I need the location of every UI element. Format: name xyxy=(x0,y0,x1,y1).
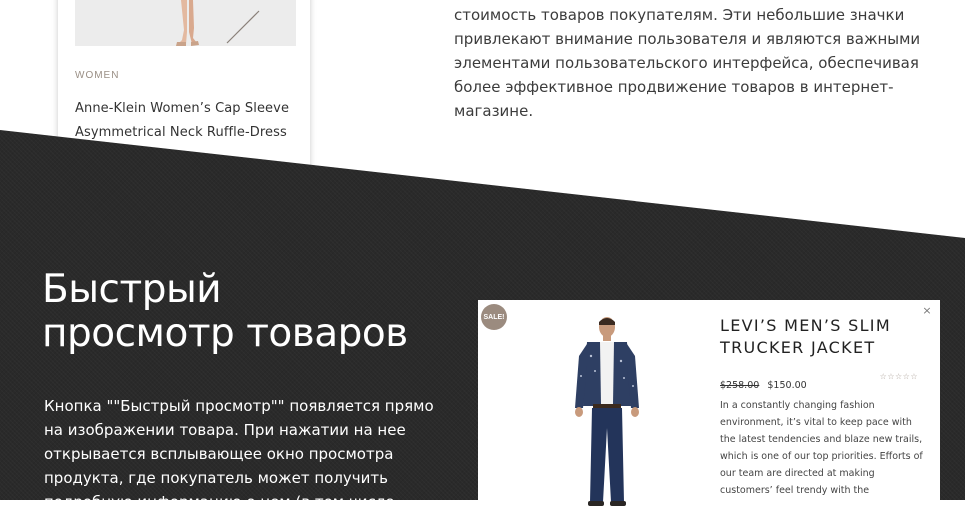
diagonal-line-decoration xyxy=(226,10,260,44)
quick-view-product-title: LEVI’S MEN’S SLIM TRUCKER JACKET xyxy=(720,316,891,357)
product-card-image[interactable] xyxy=(75,0,296,46)
section-heading-line1: Быстрый xyxy=(42,267,222,312)
new-price: $150.00 xyxy=(767,380,807,391)
intro-paragraph: стоимость товаров покупателям. Эти небол… xyxy=(454,6,921,120)
quick-view-modal: SALE! × LEVI’S MEN’S SLIM TRUCKER JACKET xyxy=(478,300,940,510)
product-description: In a constantly changing fashion environ… xyxy=(720,400,923,496)
section-heading: Быстрый просмотр товаров xyxy=(42,268,462,356)
star-rating-icon: ☆☆☆☆☆ xyxy=(879,372,918,381)
product-title-link[interactable]: Anne-Klein Women’s Cap Sleeve Asymmetric… xyxy=(75,97,305,145)
price-row: $258.00 $150.00 ☆☆☆☆☆ xyxy=(720,372,920,391)
model-legs-image xyxy=(176,0,199,46)
sale-badge-icon: SALE! xyxy=(481,304,507,330)
product-category[interactable]: WOMEN xyxy=(75,70,119,81)
close-icon[interactable]: × xyxy=(921,305,933,317)
section-heading-line2: просмотр товаров xyxy=(42,311,408,356)
product-image[interactable] xyxy=(571,316,645,506)
section-description: Кнопка ""Быстрый просмотр"" появляется п… xyxy=(44,397,434,511)
old-price: $258.00 xyxy=(720,380,760,391)
